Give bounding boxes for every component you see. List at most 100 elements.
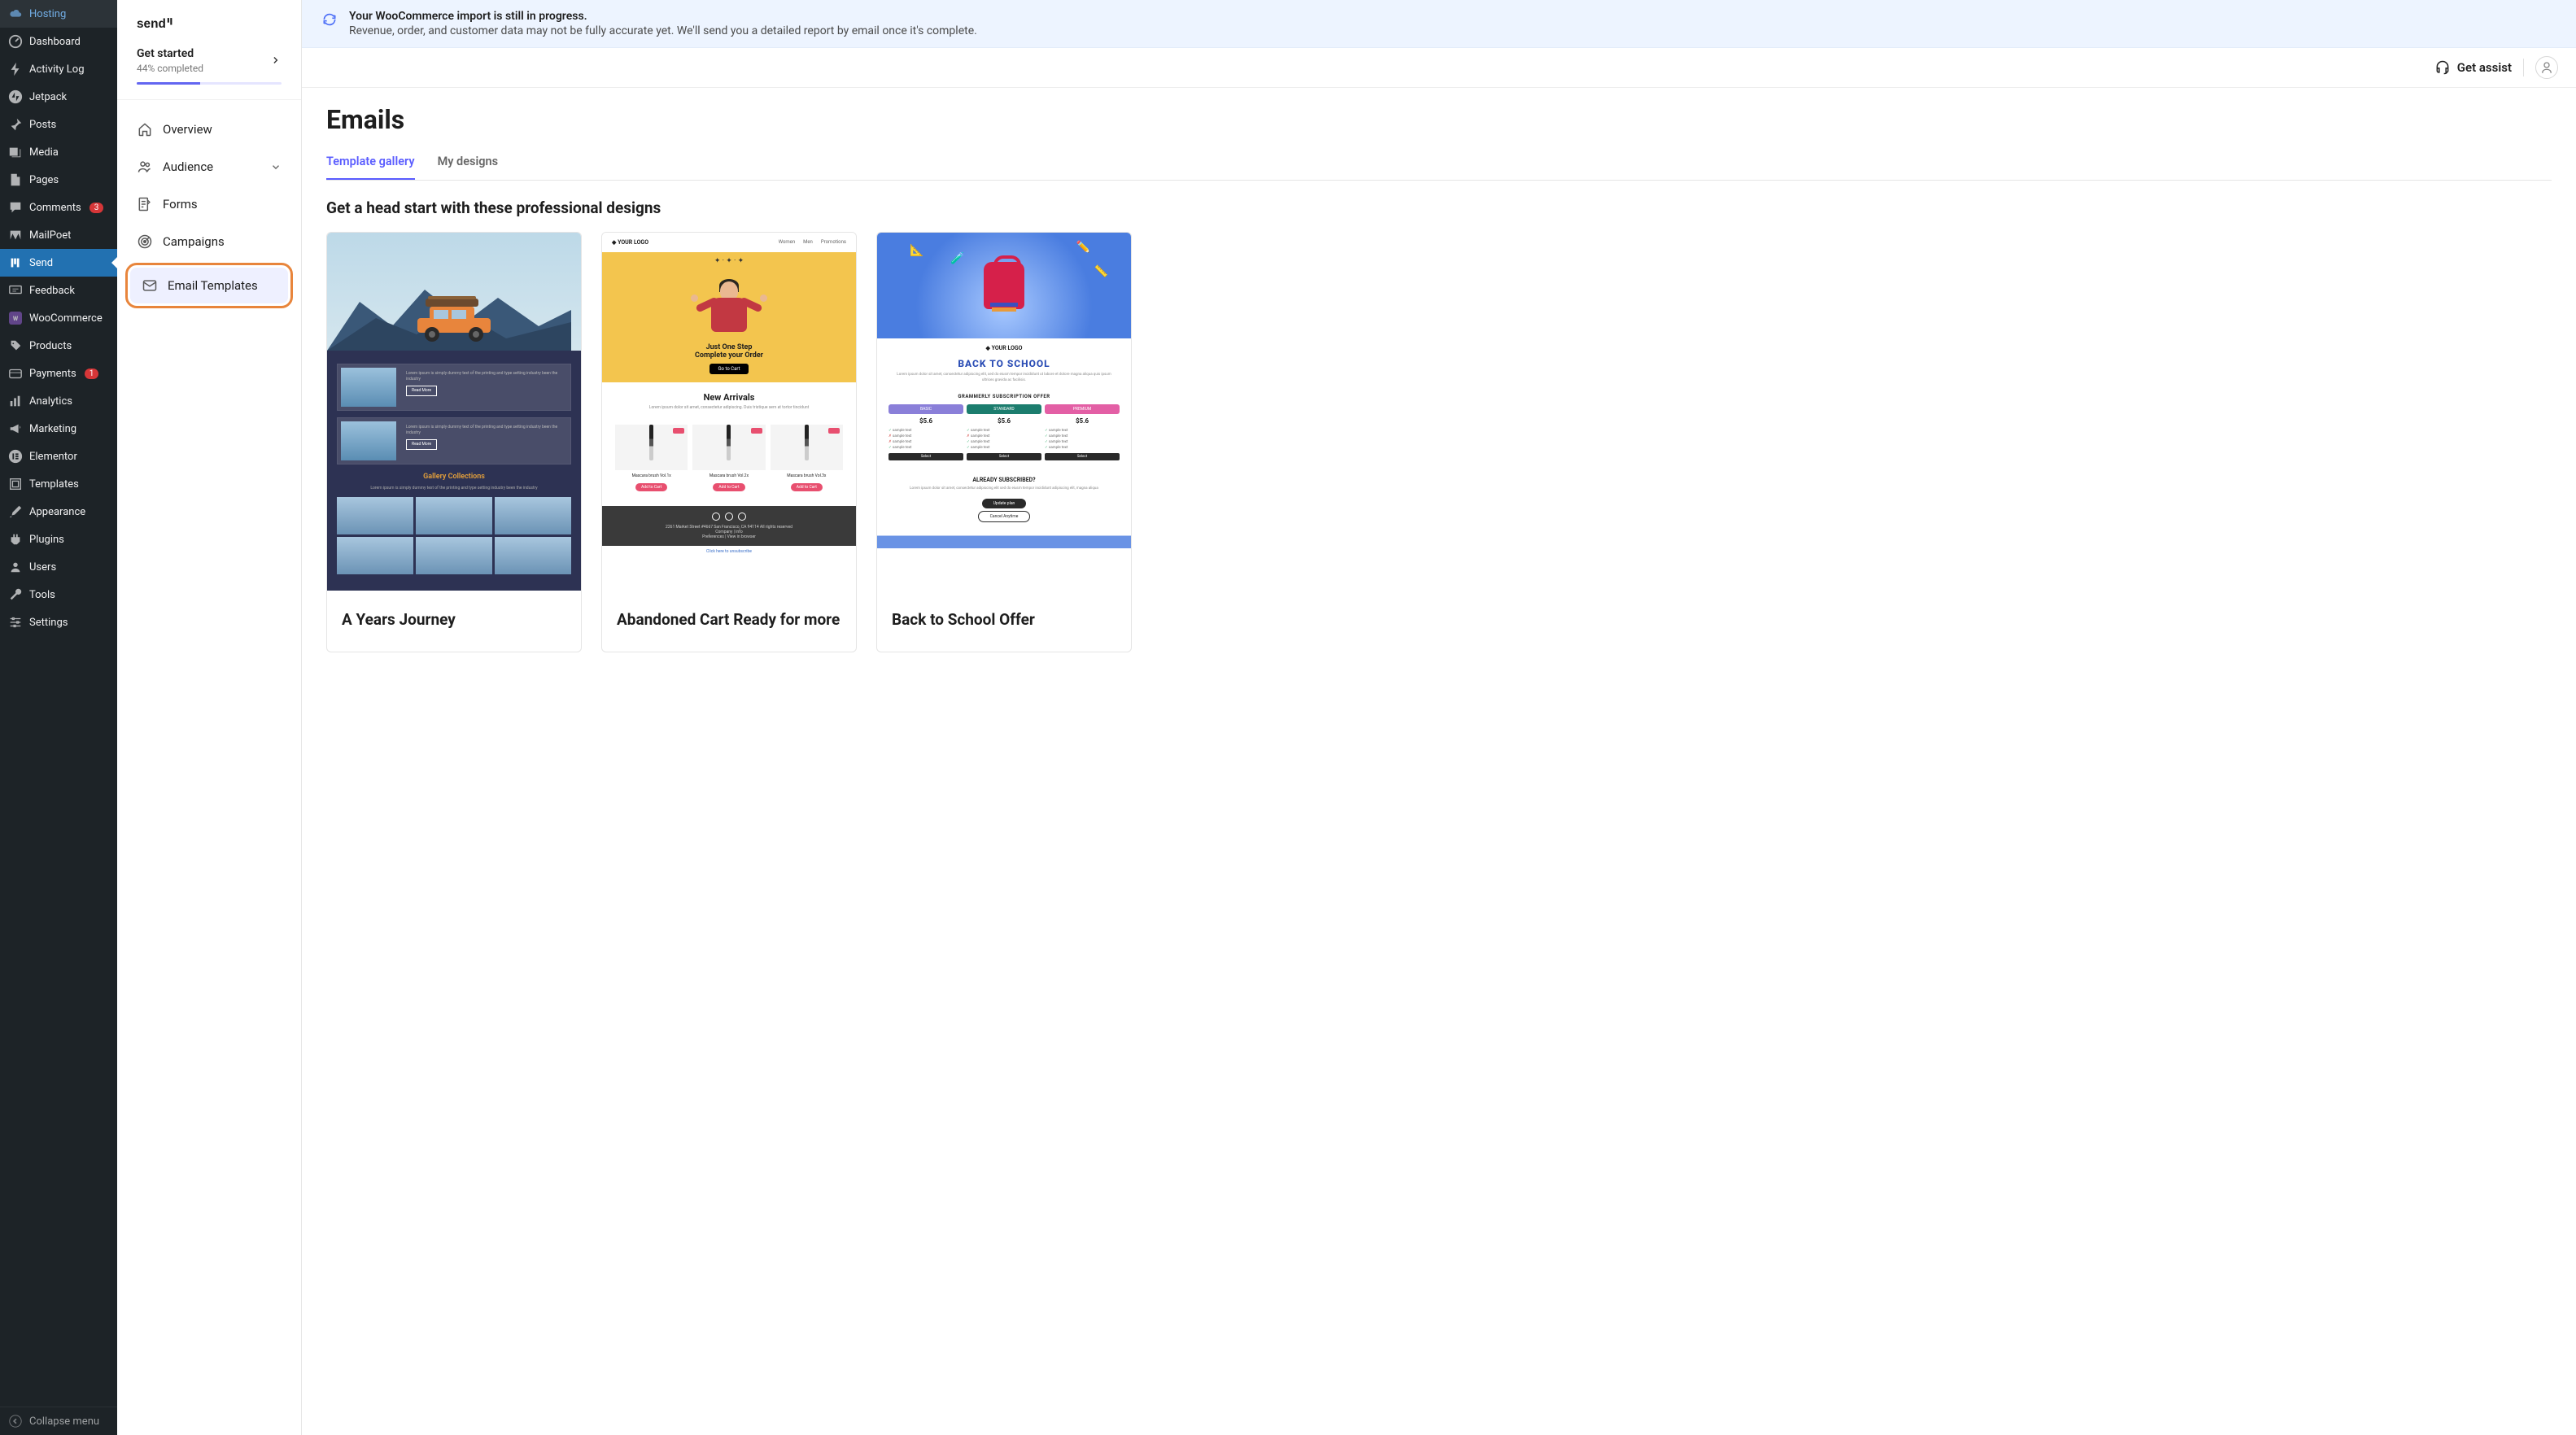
wp-item-label: Jetpack [29, 91, 67, 103]
bolt-icon [8, 62, 23, 76]
audience-icon [137, 159, 153, 175]
wp-item-jetpack[interactable]: Jetpack [0, 83, 117, 111]
wp-item-payments[interactable]: Payments 1 [0, 360, 117, 387]
template-title: Abandoned Cart Ready for more [602, 591, 856, 652]
sync-icon [321, 11, 338, 28]
users-icon [8, 560, 23, 574]
progress-bar [137, 82, 282, 85]
send-nav-email-templates[interactable]: Email Templates [130, 268, 288, 303]
main-content: Your WooCommerce import is still in prog… [302, 0, 2576, 1435]
wp-item-label: Collapse menu [29, 1415, 99, 1428]
payments-badge: 1 [85, 369, 99, 379]
wp-item-label: Hosting [29, 8, 66, 20]
template-card[interactable]: ◆ YOUR LOGOWomenMenPromotions ✦ · ✦ · ✦ … [601, 232, 857, 652]
cloud-icon [8, 7, 23, 21]
wp-item-send[interactable]: Send [0, 249, 117, 277]
wp-collapse-menu[interactable]: Collapse menu [0, 1407, 117, 1435]
wp-item-media[interactable]: Media [0, 138, 117, 166]
wp-item-label: Send [29, 257, 53, 269]
mailpoet-icon [8, 228, 23, 242]
wp-item-label: Payments [29, 368, 76, 380]
send-nav-audience[interactable]: Audience [125, 149, 293, 185]
jetpack-icon [8, 89, 23, 104]
page-icon [8, 172, 23, 187]
send-sidebar: send Get started 44% completed Overview … [117, 0, 302, 1435]
user-avatar-button[interactable] [2535, 56, 2558, 79]
tab-template-gallery[interactable]: Template gallery [326, 146, 415, 180]
send-nav-label: Email Templates [168, 278, 258, 293]
wp-item-label: Posts [29, 119, 56, 131]
wp-item-users[interactable]: Users [0, 553, 117, 581]
page-title: Emails [326, 104, 2552, 135]
section-subhead: Get a head start with these professional… [326, 198, 2552, 217]
wp-item-label: Settings [29, 617, 68, 629]
wp-item-analytics[interactable]: Analytics [0, 387, 117, 415]
collapse-icon [8, 1414, 23, 1428]
wp-item-products[interactable]: Products [0, 332, 117, 360]
marketing-icon [8, 421, 23, 436]
wp-item-comments[interactable]: Comments 3 [0, 194, 117, 221]
home-icon [137, 121, 153, 137]
send-nav-forms[interactable]: Forms [125, 186, 293, 222]
forms-icon [137, 196, 153, 212]
pin-icon [8, 117, 23, 132]
wp-item-activity-log[interactable]: Activity Log [0, 55, 117, 83]
wp-item-label: MailPoet [29, 229, 71, 242]
wp-item-marketing[interactable]: Marketing [0, 415, 117, 443]
template-card[interactable]: 📐 ✏️ 📏 🧪 ◆ YOUR LOGO BACK TO SCHOOL Lore… [876, 232, 1132, 652]
product-icon [8, 338, 23, 353]
wp-item-label: Plugins [29, 534, 64, 546]
user-icon [2539, 60, 2554, 75]
wp-item-plugins[interactable]: Plugins [0, 526, 117, 553]
wp-item-label: Comments [29, 202, 81, 214]
wp-item-woocommerce[interactable]: WWooCommerce [0, 304, 117, 332]
tabs: Template gallery My designs [326, 146, 2552, 181]
wp-item-label: Tools [29, 589, 55, 601]
wp-item-appearance[interactable]: Appearance [0, 498, 117, 526]
wp-item-posts[interactable]: Posts [0, 111, 117, 138]
wp-item-label: Activity Log [29, 63, 85, 76]
campaigns-icon [137, 233, 153, 250]
comments-badge: 3 [90, 203, 104, 213]
wp-item-label: Feedback [29, 285, 75, 297]
get-assist-label: Get assist [2457, 60, 2512, 75]
template-card[interactable]: Lorem ipsum is simply dummy text of the … [326, 232, 582, 652]
send-nav-campaigns[interactable]: Campaigns [125, 224, 293, 260]
wp-item-hosting[interactable]: Hosting [0, 0, 117, 28]
banner-title: Your WooCommerce import is still in prog… [349, 10, 977, 23]
svg-text:send: send [137, 17, 166, 31]
get-started-widget[interactable]: Get started 44% completed [117, 47, 301, 100]
wp-item-label: Analytics [29, 395, 72, 408]
wp-item-label: Products [29, 340, 72, 352]
wp-item-mailpoet[interactable]: MailPoet [0, 221, 117, 249]
wp-item-dashboard[interactable]: Dashboard [0, 28, 117, 55]
wp-item-settings[interactable]: Settings [0, 608, 117, 636]
wp-item-pages[interactable]: Pages [0, 166, 117, 194]
template-preview: Lorem ipsum is simply dummy text of the … [327, 233, 581, 591]
get-assist-button[interactable]: Get assist [2434, 59, 2512, 76]
template-preview: 📐 ✏️ 📏 🧪 ◆ YOUR LOGO BACK TO SCHOOL Lore… [877, 233, 1131, 591]
import-banner: Your WooCommerce import is still in prog… [302, 0, 2576, 48]
banner-subtitle: Revenue, order, and customer data may no… [349, 24, 977, 37]
template-title: A Years Journey [327, 591, 581, 652]
tab-my-designs[interactable]: My designs [438, 146, 498, 180]
send-nav-label: Forms [163, 197, 198, 212]
wp-item-templates[interactable]: Templates [0, 470, 117, 498]
wp-item-label: WooCommerce [29, 312, 103, 325]
feedback-icon [8, 283, 23, 298]
plugin-icon [8, 532, 23, 547]
wp-item-label: Users [29, 561, 56, 574]
topbar: Get assist [302, 48, 2576, 88]
wp-item-feedback[interactable]: Feedback [0, 277, 117, 304]
template-preview: ◆ YOUR LOGOWomenMenPromotions ✦ · ✦ · ✦ … [602, 233, 856, 591]
templates-icon [8, 477, 23, 491]
send-nav-overview[interactable]: Overview [125, 111, 293, 147]
elementor-icon [8, 449, 23, 464]
send-icon [8, 255, 23, 270]
wp-item-label: Pages [29, 174, 59, 186]
send-nav-label: Audience [163, 159, 213, 174]
wp-item-tools[interactable]: Tools [0, 581, 117, 608]
chevron-right-icon [270, 55, 282, 66]
chevron-down-icon [270, 161, 282, 172]
wp-item-elementor[interactable]: Elementor [0, 443, 117, 470]
